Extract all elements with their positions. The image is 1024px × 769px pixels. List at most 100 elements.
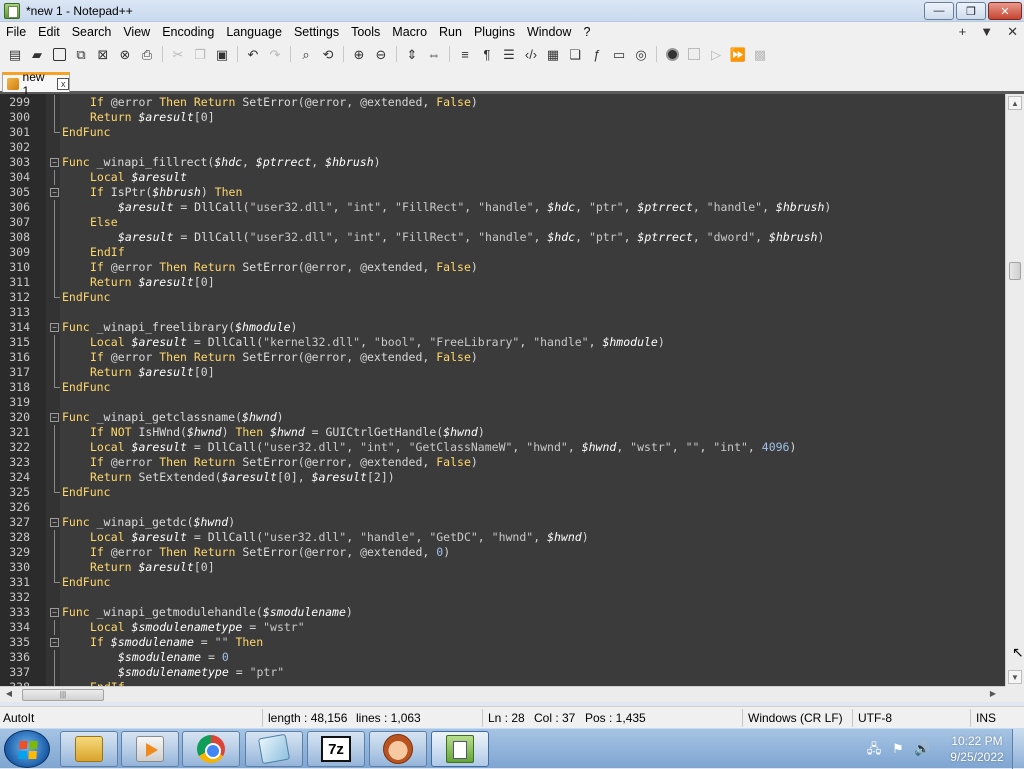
code-line[interactable]: 333 − Func _winapi_getmodulehandle($smodul… xyxy=(0,605,1005,620)
fold-toggle-icon[interactable]: − xyxy=(50,638,59,647)
maximize-button[interactable]: ❐ xyxy=(956,2,986,20)
show-all-chars-icon[interactable]: ¶ xyxy=(479,46,495,62)
print-icon[interactable]: ⎙ xyxy=(139,46,155,62)
action-center-flag-icon[interactable]: ⚑ xyxy=(890,741,906,757)
menu-encoding[interactable]: Encoding xyxy=(156,25,220,39)
menu-macro[interactable]: Macro xyxy=(386,25,433,39)
save-all-icon[interactable]: ⧉ xyxy=(73,46,89,62)
menu-view[interactable]: View xyxy=(117,25,156,39)
fold-toggle-icon[interactable]: − xyxy=(50,158,59,167)
taskbar-notepad[interactable] xyxy=(245,731,303,767)
horizontal-scrollbar[interactable]: ◀ ||| ▶ xyxy=(0,686,1005,702)
code-line[interactable]: 303 − Func _winapi_fillrect($hdc, $ptrrect… xyxy=(0,155,1005,170)
code-line[interactable]: 322 Local $aresult = DllCall("user32.dll"… xyxy=(0,440,1005,455)
sync-vertical-icon[interactable]: ⇕ xyxy=(404,46,420,62)
paste-icon[interactable]: ▣ xyxy=(214,46,230,62)
network-icon[interactable]: 🖧 xyxy=(866,741,882,757)
indent-guide-icon[interactable]: ☰ xyxy=(501,46,517,62)
code-line[interactable]: 325 EndFunc xyxy=(0,485,1005,500)
scroll-up-arrow-icon[interactable]: ▲ xyxy=(1008,96,1022,110)
code-line[interactable]: 327 − Func _winapi_getdc($hwnd) xyxy=(0,515,1005,530)
code-editor[interactable]: 299 If @error Then Return SetError(@error… xyxy=(0,94,1005,686)
zoom-out-icon[interactable]: ⊖ xyxy=(373,46,389,62)
code-line[interactable]: 315 Local $aresult = DllCall("kernel32.dl… xyxy=(0,335,1005,350)
function-list-icon[interactable]: ƒ xyxy=(589,46,605,62)
volume-icon[interactable]: 🔊 xyxy=(914,741,930,757)
scroll-right-arrow-icon[interactable]: ▶ xyxy=(986,687,1000,701)
code-line[interactable]: 304 Local $aresult xyxy=(0,170,1005,185)
code-line[interactable]: 321 If NOT IsHWnd($hwnd) Then $hwnd = GUI… xyxy=(0,425,1005,440)
code-line[interactable]: 319 xyxy=(0,395,1005,410)
play-macro-icon[interactable]: ▷ xyxy=(708,46,724,62)
close-document-button[interactable]: ✕ xyxy=(1007,24,1018,40)
zoom-in-icon[interactable]: ⊕ xyxy=(351,46,367,62)
code-line[interactable]: 329 If @error Then Return SetError(@error… xyxy=(0,545,1005,560)
taskbar-7-zip[interactable]: 7z xyxy=(307,731,365,767)
code-line[interactable]: 305 − If IsPtr($hbrush) Then xyxy=(0,185,1005,200)
code-line[interactable]: 336 $smodulename = 0 xyxy=(0,650,1005,665)
taskbar-media-player[interactable] xyxy=(121,731,179,767)
taskbar-chrome[interactable] xyxy=(182,731,240,767)
code-line[interactable]: 301 EndFunc xyxy=(0,125,1005,140)
word-wrap-icon[interactable]: ≡ xyxy=(457,46,473,62)
scroll-down-arrow-icon[interactable]: ▼ xyxy=(1008,670,1022,684)
monitoring-icon[interactable]: ▭ xyxy=(611,46,627,62)
code-line[interactable]: 331 EndFunc xyxy=(0,575,1005,590)
close-icon[interactable]: ⊠ xyxy=(95,46,111,62)
taskbar-notepad-plus-plus[interactable] xyxy=(431,731,489,767)
fold-toggle-icon[interactable]: − xyxy=(50,518,59,527)
code-line[interactable]: 320 − Func _winapi_getclassname($hwnd) xyxy=(0,410,1005,425)
document-map-icon[interactable]: ▦ xyxy=(545,46,561,62)
save-macro-icon[interactable]: ▩ xyxy=(752,46,768,62)
show-desktop-button[interactable] xyxy=(1012,729,1024,769)
code-line[interactable]: 310 If @error Then Return SetError(@error… xyxy=(0,260,1005,275)
code-line[interactable]: 308 $aresult = DllCall("user32.dll", "int… xyxy=(0,230,1005,245)
menu-search[interactable]: Search xyxy=(66,25,118,39)
vertical-scroll-thumb[interactable] xyxy=(1009,262,1021,280)
code-line[interactable]: 330 Return $aresult[0] xyxy=(0,560,1005,575)
menu-edit[interactable]: Edit xyxy=(32,25,66,39)
close-all-icon[interactable]: ⊗ xyxy=(117,46,133,62)
document-list-icon[interactable]: ❏ xyxy=(567,46,583,62)
code-line[interactable]: 300 Return $aresult[0] xyxy=(0,110,1005,125)
code-line[interactable]: 312 EndFunc xyxy=(0,290,1005,305)
sync-horizontal-icon[interactable]: ⇔ xyxy=(426,46,442,62)
code-line[interactable]: 318 EndFunc xyxy=(0,380,1005,395)
vertical-scrollbar[interactable]: ▲ ▼ xyxy=(1005,94,1024,686)
cut-icon[interactable]: ✂ xyxy=(170,46,186,62)
fold-toggle-icon[interactable]: − xyxy=(50,323,59,332)
code-line[interactable]: 337 $smodulenametype = "ptr" xyxy=(0,665,1005,680)
code-line[interactable]: 323 If @error Then Return SetError(@error… xyxy=(0,455,1005,470)
taskbar-windows-explorer[interactable] xyxy=(60,731,118,767)
close-window-button[interactable]: ✕ xyxy=(988,2,1022,20)
tab-close-icon[interactable]: x xyxy=(57,77,69,90)
find-icon[interactable]: ⌕ xyxy=(298,46,314,62)
code-line[interactable]: 317 Return $aresult[0] xyxy=(0,365,1005,380)
code-line[interactable]: 324 Return SetExtended($aresult[0], $ares… xyxy=(0,470,1005,485)
code-line[interactable]: 334 Local $smodulenametype = "wstr" xyxy=(0,620,1005,635)
taskbar-paint-app[interactable] xyxy=(369,731,427,767)
code-line[interactable]: 328 Local $aresult = DllCall("user32.dll"… xyxy=(0,530,1005,545)
xml-tag-icon[interactable]: ‹/› xyxy=(523,46,539,62)
menu-language[interactable]: Language xyxy=(220,25,288,39)
scroll-left-arrow-icon[interactable]: ◀ xyxy=(2,687,16,701)
tab-new-1[interactable]: new 1 x xyxy=(2,70,70,98)
code-line[interactable]: 307 Else xyxy=(0,215,1005,230)
code-line[interactable]: 302 xyxy=(0,140,1005,155)
new-file-icon[interactable]: ▤ xyxy=(7,46,23,62)
code-line[interactable]: 299 If @error Then Return SetError(@error… xyxy=(0,95,1005,110)
menu-window[interactable]: Window xyxy=(521,25,577,39)
code-line[interactable]: 311 Return $aresult[0] xyxy=(0,275,1005,290)
undo-icon[interactable]: ↶ xyxy=(245,46,261,62)
fold-toggle-icon[interactable]: − xyxy=(50,413,59,422)
code-line[interactable]: 326 xyxy=(0,500,1005,515)
tab-list-dropdown[interactable]: ▼ xyxy=(980,24,993,40)
open-file-icon[interactable]: ▰ xyxy=(29,46,45,62)
minimize-button[interactable]: — xyxy=(924,2,954,20)
code-line[interactable]: 309 EndIf xyxy=(0,245,1005,260)
menu-tools[interactable]: Tools xyxy=(345,25,386,39)
code-line[interactable]: 314 − Func _winapi_freelibrary($hmodule) xyxy=(0,320,1005,335)
new-tab-button[interactable]: + xyxy=(959,24,967,40)
menu-file[interactable]: File xyxy=(0,25,32,39)
folder-workspace-icon[interactable]: ◎ xyxy=(633,46,649,62)
